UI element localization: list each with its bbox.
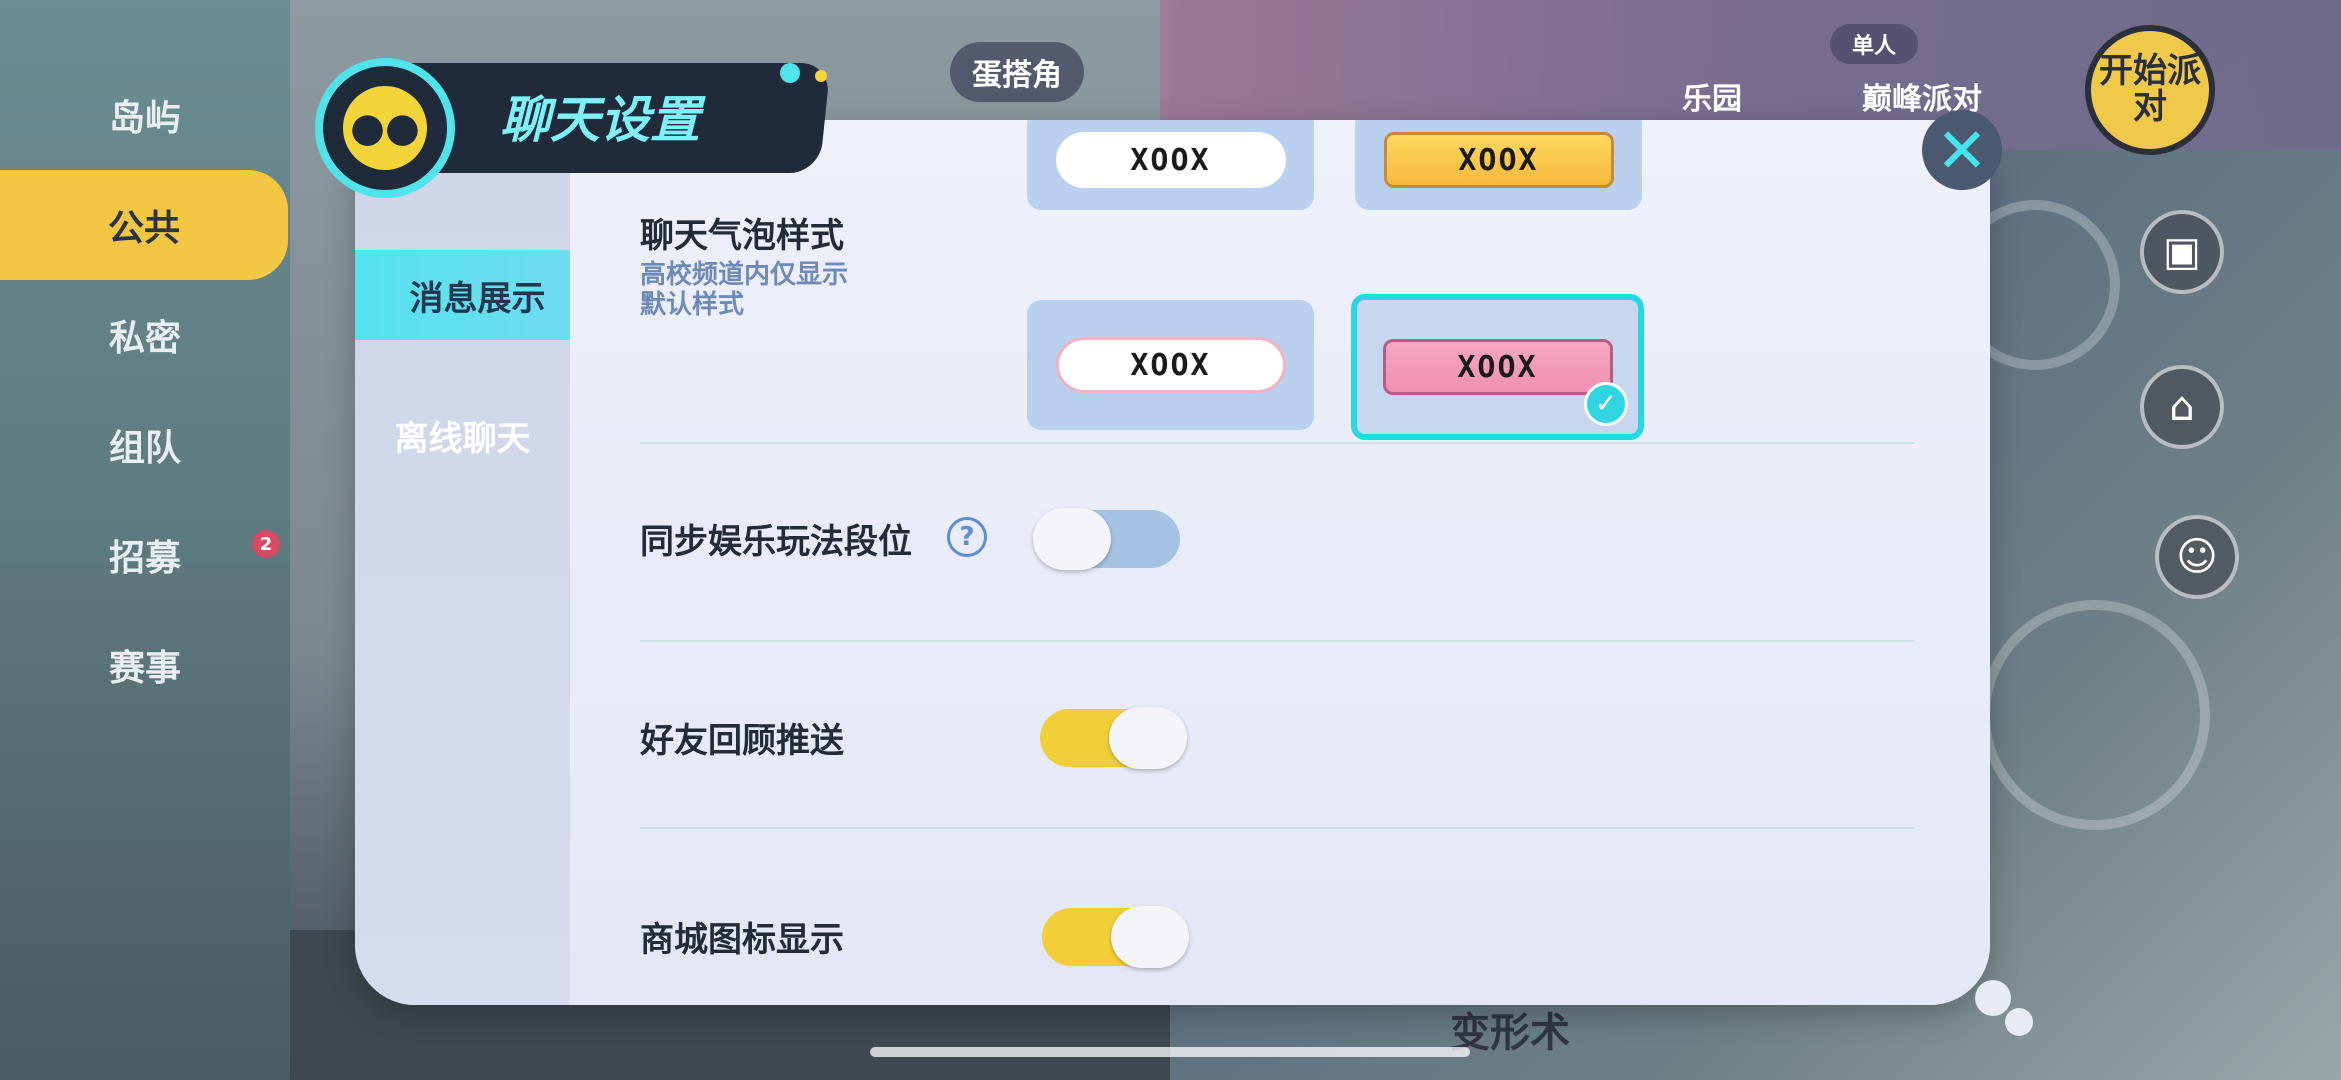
- unread-badge: 2: [252, 530, 280, 558]
- help-icon[interactable]: ?: [947, 517, 987, 557]
- mode-single-label: 单人: [1852, 34, 1897, 59]
- toggle-sync-rank[interactable]: [1033, 508, 1180, 570]
- setting-label-friend-review: 好友回顾推送: [640, 721, 844, 761]
- bubble-option-yellow[interactable]: XOOX: [1355, 120, 1642, 210]
- channel-tab-recruit[interactable]: 招募 2: [0, 500, 290, 610]
- bubble-style-title: 聊天气泡样式: [640, 216, 844, 256]
- setting-label-sync-rank: 同步娱乐玩法段位: [640, 522, 912, 562]
- decor-dot: [780, 63, 800, 83]
- paradise-label: 乐园: [1682, 82, 1742, 117]
- channel-tab-island[interactable]: 岛屿: [0, 60, 290, 170]
- selected-check-icon: ✓: [1584, 382, 1628, 426]
- dialog-tail-dot: [1975, 980, 2011, 1016]
- bubble-preview: XOOX: [1382, 339, 1613, 395]
- channel-tab-label: 招募: [108, 538, 181, 579]
- section-divider: [640, 442, 1915, 444]
- start-party-button[interactable]: 开始派对: [2085, 25, 2215, 155]
- bubble-option-cute[interactable]: XOOX: [1027, 300, 1314, 430]
- dialog-header: 聊天设置 ●●: [315, 58, 831, 198]
- joystick-ring: [1980, 600, 2210, 830]
- channel-nav: 岛屿 公共 私密 组队 招募 2 赛事: [0, 60, 290, 720]
- gift-box-icon[interactable]: ▣: [2140, 210, 2224, 294]
- tab-message-display[interactable]: 消息展示: [355, 250, 570, 340]
- setting-label-shop-icon: 商城图标显示: [640, 920, 844, 960]
- mode-single-badge: 单人: [1830, 24, 1919, 64]
- emote-icon[interactable]: ☺: [2155, 515, 2239, 599]
- toggle-shop-icon[interactable]: [1042, 906, 1189, 968]
- settings-tab-column: 消息展示 离线聊天: [355, 120, 570, 1005]
- channel-tab-events[interactable]: 赛事: [0, 610, 290, 720]
- toggle-knob: [1109, 707, 1187, 769]
- start-party-label: 开始派对: [2099, 51, 2201, 127]
- channel-tab-label: 赛事: [108, 648, 181, 689]
- egg-corner-button[interactable]: 蛋搭角: [950, 42, 1084, 102]
- toggle-friend-review[interactable]: [1040, 707, 1187, 769]
- tab-label: 离线聊天: [394, 418, 531, 459]
- toggle-knob: [1033, 508, 1111, 570]
- channel-tab-label: 公共: [107, 208, 180, 249]
- shoe-icon[interactable]: ⌂: [2140, 365, 2224, 449]
- channel-tab-label: 组队: [108, 428, 181, 469]
- channel-tab-label: 岛屿: [108, 98, 181, 139]
- tab-label: 消息展示: [409, 278, 546, 319]
- section-divider: [640, 640, 1915, 642]
- home-indicator: [870, 1047, 1470, 1057]
- eyes-icon: ●●: [343, 86, 427, 170]
- channel-tab-label: 私密: [108, 318, 181, 359]
- bubble-option-pink[interactable]: XOOX ✓: [1351, 294, 1644, 440]
- bubble-style-subtitle: 高校频道内仅显示默认样式: [640, 260, 849, 320]
- decor-dot: [815, 70, 827, 82]
- dialog-title: 聊天设置: [500, 91, 700, 149]
- close-button[interactable]: ✕: [1922, 110, 2002, 190]
- channel-tab-private[interactable]: 私密: [0, 280, 290, 390]
- channel-tab-team[interactable]: 组队: [0, 390, 290, 500]
- tab-offline-chat[interactable]: 离线聊天: [355, 390, 570, 480]
- egg-corner-label: 蛋搭角: [972, 58, 1062, 93]
- paradise-button[interactable]: 乐园: [1660, 66, 1764, 126]
- dialog-tail-dot: [2005, 1008, 2033, 1036]
- bubble-option-white[interactable]: XOOX: [1027, 120, 1314, 210]
- chat-logo-icon: ●●: [315, 58, 455, 198]
- toggle-knob: [1111, 906, 1189, 968]
- section-divider: [640, 827, 1915, 829]
- bubble-preview: XOOX: [1055, 132, 1286, 188]
- chat-settings-dialog: 消息展示 离线聊天 聊天气泡样式 高校频道内仅显示默认样式 XOOX XOOX …: [355, 120, 1990, 1005]
- channel-tab-public[interactable]: 公共: [0, 170, 288, 280]
- bubble-preview: XOOX: [1383, 132, 1614, 188]
- bubble-preview: XOOX: [1055, 337, 1286, 393]
